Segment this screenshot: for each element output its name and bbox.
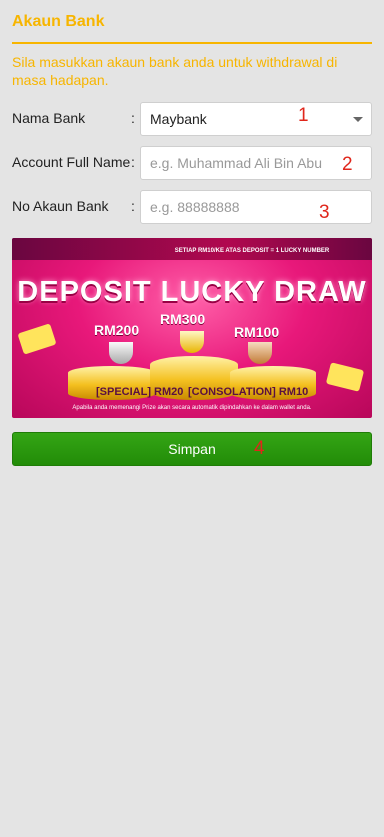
prize-first: RM300 bbox=[160, 311, 206, 327]
banner-footline: Apabila anda memenangi Prize akan secara… bbox=[72, 405, 312, 411]
full-name-placeholder: e.g. Muhammad Ali Bin Abu bbox=[150, 155, 322, 171]
bank-name-label: Nama Bank bbox=[12, 110, 86, 126]
annotation-2: 2 bbox=[342, 154, 353, 175]
account-number-row: No Akaun Bank : e.g. 88888888 bbox=[12, 190, 372, 224]
banner-topline: SETIAP RM10/KE ATAS DEPOSIT = 1 LUCKY NU… bbox=[174, 248, 330, 254]
save-button[interactable]: Simpan bbox=[12, 432, 372, 466]
account-number-placeholder: e.g. 88888888 bbox=[150, 199, 240, 215]
banner-title: DEPOSIT LUCKY DRAW bbox=[17, 276, 367, 308]
ticket-icon bbox=[325, 362, 365, 392]
special-prize: [SPECIAL] RM20 bbox=[96, 386, 184, 398]
ticket-icon bbox=[17, 323, 57, 355]
bank-name-row: Nama Bank : Maybank bbox=[12, 102, 372, 136]
consolation-prize: [CONSOLATION] RM10 bbox=[188, 386, 309, 398]
silver-trophy-icon bbox=[109, 342, 133, 364]
prize-second: RM200 bbox=[94, 322, 140, 338]
annotation-3: 3 bbox=[319, 202, 330, 223]
annotation-4: 4 bbox=[254, 438, 265, 459]
page-title: Akaun Bank bbox=[12, 13, 105, 30]
bank-name-select[interactable]: Maybank bbox=[140, 102, 372, 136]
bank-name-value: Maybank bbox=[150, 111, 207, 127]
prize-third: RM100 bbox=[234, 324, 280, 340]
colon: : bbox=[131, 198, 135, 214]
annotation-1: 1 bbox=[298, 105, 309, 126]
full-name-input[interactable]: e.g. Muhammad Ali Bin Abu bbox=[140, 146, 372, 180]
chevron-down-icon bbox=[353, 117, 363, 122]
instruction-text: Sila masukkan akaun bank anda untuk with… bbox=[12, 54, 338, 88]
account-number-label: No Akaun Bank bbox=[12, 198, 109, 214]
full-name-label: Account Full Name bbox=[12, 154, 131, 170]
promo-banner[interactable]: SETIAP RM10/KE ATAS DEPOSIT = 1 LUCKY NU… bbox=[12, 238, 372, 418]
page-header: Akaun Bank bbox=[12, 12, 372, 44]
gold-trophy-icon bbox=[180, 331, 204, 353]
colon: : bbox=[131, 110, 135, 126]
colon: : bbox=[131, 154, 135, 170]
bronze-trophy-icon bbox=[248, 342, 272, 364]
account-number-input[interactable]: e.g. 88888888 bbox=[140, 190, 372, 224]
full-name-row: Account Full Name : e.g. Muhammad Ali Bi… bbox=[12, 146, 372, 180]
